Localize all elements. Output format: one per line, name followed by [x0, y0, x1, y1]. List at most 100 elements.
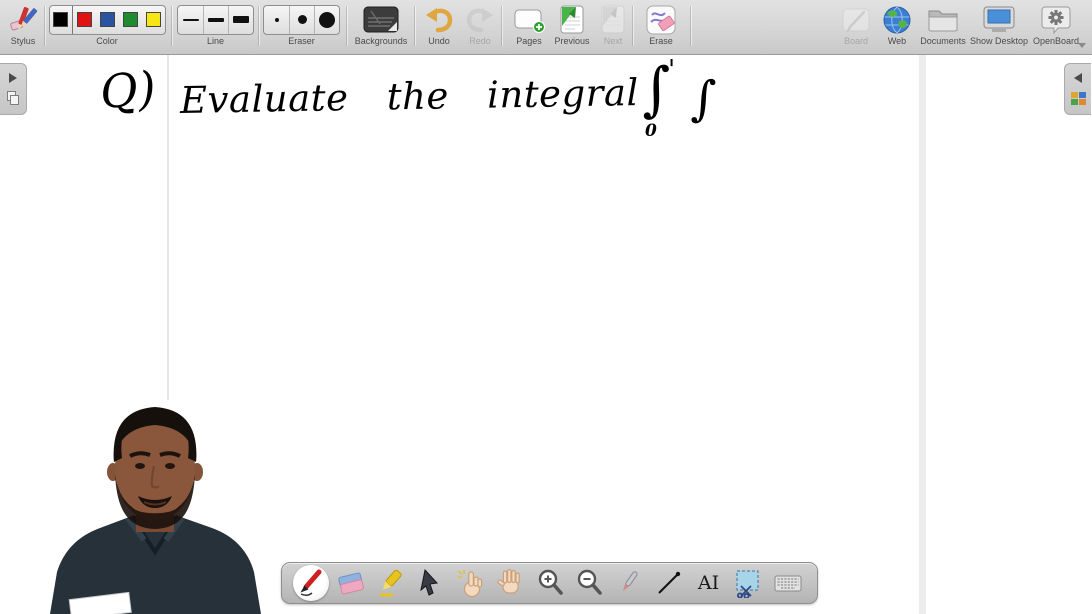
color-swatch-blue[interactable] [96, 6, 119, 34]
documents-icon [926, 3, 960, 36]
triangle-right-icon [9, 73, 17, 83]
handwriting-question-label: Q) [98, 61, 158, 120]
pages-button[interactable]: Pages [506, 3, 552, 47]
pen-icon [296, 568, 326, 598]
eraser-size-picker [263, 5, 340, 35]
web-label: Web [888, 36, 906, 47]
pointing-hand-icon [455, 568, 485, 598]
highlighter-tool[interactable] [372, 563, 410, 603]
color-swatch-yellow[interactable] [142, 6, 165, 34]
top-toolbar: Stylus Color Line [0, 0, 1092, 55]
pan-hand-tool[interactable] [491, 563, 529, 603]
virtual-keyboard-tool[interactable] [769, 563, 807, 603]
color-swatch-green[interactable] [119, 6, 142, 34]
next-page-button: Next [596, 3, 630, 47]
line-width-medium[interactable] [203, 6, 228, 34]
board-button: Board [836, 3, 876, 47]
stylus-button[interactable]: Stylus [2, 3, 44, 47]
eraser-size-large[interactable] [314, 6, 339, 34]
stylus-toolbar: AI [281, 562, 818, 604]
show-desktop-label: Show Desktop [970, 36, 1028, 47]
open-hand-icon [495, 568, 525, 598]
cursor-arrow-icon [415, 568, 445, 598]
interact-tool[interactable] [451, 563, 489, 603]
eraser-tool[interactable] [332, 563, 370, 603]
keyboard-icon [773, 568, 803, 598]
board-icon [841, 3, 871, 36]
documents-label: Documents [920, 36, 966, 47]
zoom-in-tool[interactable] [531, 563, 569, 603]
line-width-thick[interactable] [228, 6, 253, 34]
undo-icon [424, 3, 454, 36]
swatch-blue [100, 12, 115, 27]
previous-page-button[interactable]: Previous [550, 3, 594, 47]
backgrounds-icon [363, 3, 399, 36]
swatch-yellow [146, 12, 161, 27]
next-page-icon [600, 3, 626, 36]
right-panel-tab[interactable] [1064, 63, 1091, 115]
handwriting-integral-2: ∫ [690, 71, 717, 128]
drawing-canvas[interactable]: Q) Evaluate the integral ∫ ' 0 ∫ [0, 55, 1092, 614]
eraser-size-medium[interactable] [289, 6, 314, 34]
show-desktop-button[interactable]: Show Desktop [966, 3, 1032, 47]
laser-pointer-tool[interactable] [610, 563, 648, 603]
line-width-thin[interactable] [178, 6, 203, 34]
left-panel-tab[interactable] [0, 63, 27, 115]
backgrounds-label: Backgrounds [355, 36, 408, 47]
previous-page-label: Previous [554, 36, 589, 47]
highlighter-icon [376, 568, 406, 598]
openboard-label: OpenBoard [1033, 36, 1079, 47]
eraser-size-small[interactable] [264, 6, 289, 34]
line-label: Line [207, 36, 224, 47]
toolbar-overflow-icon[interactable] [1078, 43, 1086, 48]
capture-tool[interactable] [729, 563, 767, 603]
pen-tool[interactable] [292, 563, 330, 603]
eraser-label: Eraser [288, 36, 315, 47]
openboard-menu-button[interactable]: OpenBoard [1030, 3, 1082, 47]
board-label: Board [844, 36, 868, 47]
erase-button[interactable]: Erase [638, 3, 684, 47]
pages-icon [513, 3, 545, 36]
undo-button[interactable]: Undo [420, 3, 458, 47]
backgrounds-button[interactable]: Backgrounds [352, 3, 410, 47]
color-group: Color [48, 3, 166, 47]
color-swatch-black[interactable] [50, 6, 73, 34]
eraser-icon [336, 568, 366, 598]
handwriting-integral-upper-limit: ' [668, 55, 675, 85]
color-swatch-red[interactable] [73, 6, 96, 34]
redo-button: Redo [461, 3, 499, 47]
swatch-green [123, 12, 138, 27]
web-icon [882, 3, 912, 36]
laser-pointer-icon [614, 568, 644, 598]
selector-tool[interactable] [411, 563, 449, 603]
color-palette [49, 5, 166, 35]
pages-panel-icon [7, 91, 19, 105]
handwriting-phrase: Evaluate the integral [180, 71, 639, 122]
eraser-group: Eraser [263, 3, 340, 47]
stylus-icon [8, 3, 38, 36]
show-desktop-icon [982, 3, 1016, 36]
next-page-label: Next [604, 36, 623, 47]
swatch-black [53, 12, 68, 27]
page-edge-scrollbar[interactable] [919, 55, 926, 614]
text-tool[interactable]: AI [690, 563, 728, 603]
zoom-out-tool[interactable] [570, 563, 608, 603]
text-tool-icon: AI [698, 572, 719, 594]
color-label: Color [96, 36, 118, 47]
zoom-in-icon [535, 568, 565, 598]
line-icon [654, 568, 684, 598]
library-panel-icon [1071, 92, 1086, 105]
zoom-out-icon [574, 568, 604, 598]
webcam-overlay [40, 400, 270, 614]
previous-page-icon [559, 3, 585, 36]
line-tool[interactable] [650, 563, 688, 603]
undo-label: Undo [428, 36, 450, 47]
web-button[interactable]: Web [877, 3, 917, 47]
swatch-red [77, 12, 92, 27]
redo-label: Redo [469, 36, 491, 47]
documents-button[interactable]: Documents [916, 3, 970, 47]
line-width-picker [177, 5, 254, 35]
stylus-label: Stylus [11, 36, 36, 47]
erase-icon [646, 3, 676, 36]
pages-label: Pages [516, 36, 542, 47]
